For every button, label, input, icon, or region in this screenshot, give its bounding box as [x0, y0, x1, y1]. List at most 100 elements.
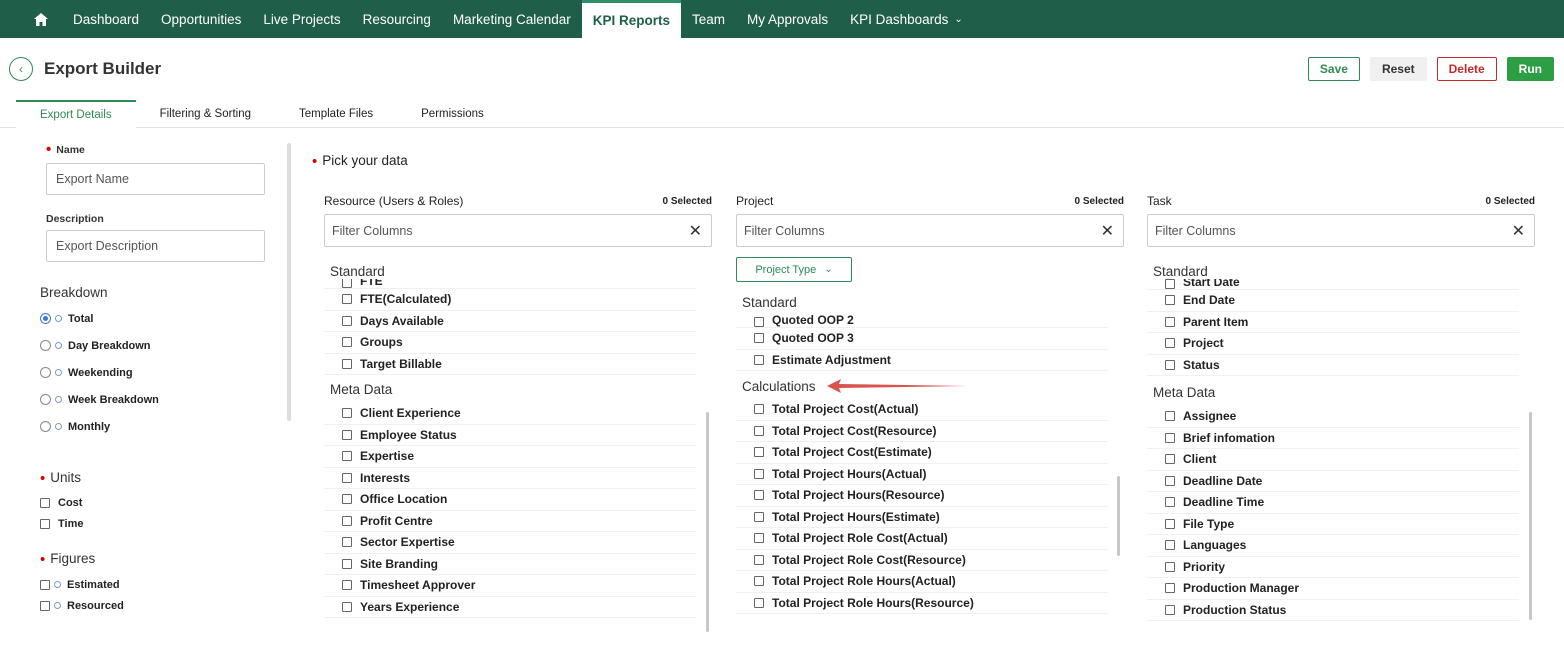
checkbox[interactable] [342, 537, 352, 548]
list-item[interactable]: Project [1147, 333, 1519, 355]
list-item[interactable]: Production Status [1147, 600, 1519, 621]
list-item[interactable]: Brief infomation [1147, 428, 1519, 449]
unit-cost[interactable]: Cost [40, 492, 280, 513]
unit-time[interactable]: Time [40, 513, 280, 534]
list-item[interactable]: Total Project Role Hours(Resource) [736, 593, 1108, 614]
list-item[interactable]: Start Date [1147, 279, 1519, 290]
list-item[interactable]: Profit Centre [324, 511, 696, 532]
list-item[interactable]: Quoted OOP 2 [736, 310, 1108, 328]
checkbox[interactable] [1165, 279, 1175, 289]
checkbox[interactable] [1165, 604, 1175, 615]
radio-button[interactable] [40, 340, 51, 351]
radio-monthly[interactable]: Monthly [40, 413, 280, 440]
project-filter-input[interactable]: Filter Columns ✕ [736, 214, 1124, 247]
list-item[interactable]: Languages [1147, 535, 1519, 557]
list-item[interactable]: Total Project Role Hours(Actual) [736, 571, 1108, 593]
checkbox[interactable] [342, 580, 352, 591]
back-icon[interactable]: ‹ [9, 57, 33, 81]
list-item[interactable]: Priority [1147, 557, 1519, 578]
nav-kpi-reports[interactable]: KPI Reports [581, 0, 682, 38]
radio-week-breakdown[interactable]: Week Breakdown [40, 386, 280, 413]
checkbox[interactable] [1165, 316, 1175, 327]
checkbox[interactable] [1165, 561, 1175, 572]
checkbox[interactable] [754, 490, 764, 501]
list-item[interactable]: FTE [324, 279, 696, 289]
checkbox[interactable] [754, 317, 764, 327]
list-item[interactable]: Employee Status [324, 425, 696, 446]
list-item[interactable]: Client [1147, 449, 1519, 471]
checkbox[interactable] [342, 494, 352, 505]
checkbox[interactable] [754, 354, 764, 365]
list-item[interactable]: Days Available [324, 311, 696, 332]
list-item[interactable]: Client Experience [324, 403, 696, 425]
list-item[interactable]: Total Project Cost(Actual) [736, 399, 1108, 421]
list-item[interactable]: Total Project Role Cost(Actual) [736, 528, 1108, 550]
list-item[interactable]: Production Manager [1147, 578, 1519, 600]
export-name-input[interactable]: Export Name [46, 163, 265, 195]
checkbox[interactable] [754, 511, 764, 522]
list-item[interactable]: Total Project Cost(Estimate) [736, 442, 1108, 464]
list-item[interactable]: Total Project Hours(Estimate) [736, 507, 1108, 528]
nav-marketing-calendar[interactable]: Marketing Calendar [442, 0, 582, 38]
nav-team[interactable]: Team [681, 0, 736, 38]
checkbox[interactable] [1165, 454, 1175, 465]
radio-button[interactable] [40, 421, 51, 432]
list-item[interactable]: Timesheet Approver [324, 575, 696, 597]
checkbox[interactable] [342, 472, 352, 483]
checkbox[interactable] [1165, 295, 1175, 306]
list-item[interactable]: Deadline Time [1147, 492, 1519, 514]
reset-button[interactable]: Reset [1369, 57, 1427, 81]
list-item[interactable]: Office Location [324, 489, 696, 511]
nav-resourcing[interactable]: Resourcing [352, 0, 442, 38]
project-type-dropdown[interactable]: Project Type ⌄ [736, 257, 852, 282]
checkbox[interactable] [1165, 411, 1175, 422]
nav-opportunities[interactable]: Opportunities [150, 0, 252, 38]
figure-estimated[interactable]: Estimated [40, 574, 280, 595]
checkbox[interactable] [342, 358, 352, 369]
radio-button[interactable] [40, 394, 51, 405]
list-item[interactable]: Total Project Hours(Actual) [736, 464, 1108, 485]
checkbox[interactable] [342, 337, 352, 348]
radio-button[interactable] [40, 313, 51, 324]
list-item[interactable]: File Type [1147, 514, 1519, 535]
checkbox[interactable] [1165, 432, 1175, 443]
nav-kpi-dashboards[interactable]: KPI Dashboards ⌄ [839, 0, 974, 38]
list-item[interactable]: FTE(Calculated) [324, 289, 696, 311]
checkbox[interactable] [1165, 540, 1175, 551]
tab-export-details[interactable]: Export Details [16, 100, 136, 128]
save-button[interactable]: Save [1307, 57, 1360, 81]
radio-button[interactable] [40, 367, 51, 378]
list-item[interactable]: Expertise [324, 446, 696, 468]
checkbox[interactable] [40, 497, 50, 508]
checkbox[interactable] [1165, 497, 1175, 508]
tab-filtering-sorting[interactable]: Filtering & Sorting [136, 100, 275, 128]
list-item[interactable]: Groups [324, 332, 696, 354]
checkbox[interactable] [40, 600, 50, 611]
checkbox[interactable] [40, 518, 50, 529]
checkbox[interactable] [342, 294, 352, 305]
panel-scrollbar[interactable] [287, 143, 291, 421]
checkbox[interactable] [754, 447, 764, 458]
list-item[interactable]: Total Project Cost(Resource) [736, 421, 1108, 442]
checkbox[interactable] [754, 468, 764, 479]
list-item[interactable]: Deadline Date [1147, 471, 1519, 492]
list-item[interactable]: Parent Item [1147, 312, 1519, 333]
export-description-input[interactable]: Export Description [46, 230, 265, 262]
nav-live-projects[interactable]: Live Projects [252, 0, 351, 38]
checkbox[interactable] [342, 515, 352, 526]
close-icon[interactable]: ✕ [689, 221, 702, 241]
list-item[interactable]: Estimate Adjustment [736, 350, 1108, 371]
list-item[interactable]: End Date [1147, 290, 1519, 312]
checkbox[interactable] [342, 429, 352, 440]
list-item[interactable]: Total Project Hours(Resource) [736, 485, 1108, 507]
checkbox[interactable] [1165, 518, 1175, 529]
nav-dashboard[interactable]: Dashboard [62, 0, 150, 38]
list-item[interactable]: Years Experience [324, 597, 696, 618]
list-item[interactable]: Interests [324, 468, 696, 489]
figure-resourced[interactable]: Resourced [40, 595, 280, 614]
radio-total[interactable]: Total [40, 305, 280, 332]
list-item[interactable]: Status [1147, 355, 1519, 376]
close-icon[interactable]: ✕ [1101, 221, 1114, 241]
list-item[interactable]: Sector Expertise [324, 532, 696, 554]
close-icon[interactable]: ✕ [1512, 221, 1525, 241]
